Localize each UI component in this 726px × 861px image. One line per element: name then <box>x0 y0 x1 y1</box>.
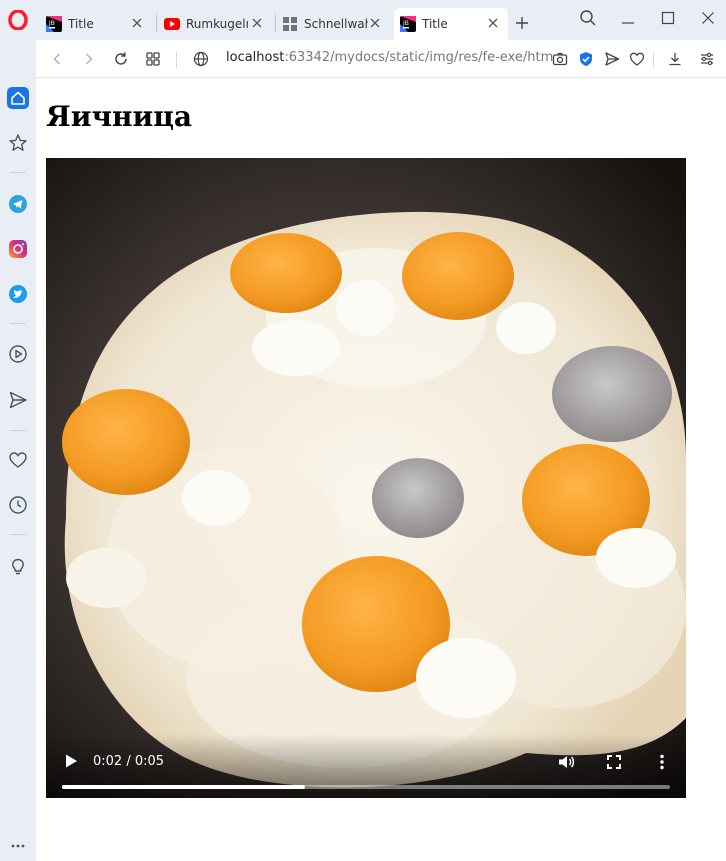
tab-schnellwahl[interactable]: Schnellwahl <box>278 8 390 40</box>
play-icon[interactable] <box>62 752 80 770</box>
sidebar-divider <box>10 172 26 173</box>
tab-label: Title <box>422 17 448 31</box>
close-tab-icon[interactable] <box>130 16 144 30</box>
more-icon[interactable] <box>6 834 30 858</box>
sidebar-divider <box>10 323 26 324</box>
tab-strip: JB Title Rumkugeln Schnellwahl JB Title <box>36 0 726 40</box>
tab-label: Schnellwahl <box>304 17 368 31</box>
twitter-icon[interactable] <box>6 282 30 306</box>
instagram-icon[interactable] <box>6 237 30 261</box>
video-progress-fill <box>62 785 306 789</box>
minimize-icon <box>622 22 634 24</box>
close-tab-icon[interactable] <box>486 16 500 30</box>
video-progress-bar[interactable] <box>62 785 670 789</box>
tab-rumkugeln[interactable]: Rumkugeln <box>160 8 272 40</box>
settings-sliders-icon <box>701 52 713 66</box>
tab-label: Rumkugeln <box>186 17 248 31</box>
maximize-button[interactable] <box>656 6 680 30</box>
reload-icon <box>115 52 127 65</box>
maximize-icon <box>661 11 675 25</box>
heart-icon <box>629 52 645 66</box>
jetbrains-icon: JB <box>400 16 416 32</box>
minimize-button[interactable] <box>616 6 640 30</box>
send-icon <box>605 52 620 66</box>
easy-setup-button[interactable] <box>696 48 718 70</box>
download-icon <box>669 53 681 66</box>
heart-icon[interactable] <box>6 448 30 472</box>
back-button[interactable] <box>46 48 68 70</box>
video-player[interactable]: 0:02 / 0:05 <box>46 158 686 798</box>
shield-check-icon <box>580 52 592 66</box>
plus-icon <box>516 17 528 29</box>
sidebar-divider <box>10 430 26 431</box>
opera-logo-icon[interactable] <box>6 8 30 32</box>
toolbar-divider <box>176 52 177 68</box>
sidebar <box>0 0 36 861</box>
star-icon[interactable] <box>6 131 30 155</box>
history-clock-icon[interactable] <box>6 493 30 517</box>
video-time: 0:02 / 0:05 <box>93 754 165 769</box>
toolbar-divider <box>653 52 654 68</box>
tab-title-1[interactable]: JB Title <box>42 8 152 40</box>
tabs-overview-button[interactable] <box>142 48 164 70</box>
tab-title-active[interactable]: JB Title <box>394 8 508 40</box>
page-content: Яичница 0:02 / 0:05 <box>36 78 726 861</box>
home-icon[interactable] <box>6 86 30 110</box>
site-info-button[interactable] <box>190 48 212 70</box>
url-host: localhost <box>226 50 285 65</box>
arrow-right-icon <box>85 53 93 65</box>
send-icon[interactable] <box>6 388 30 412</box>
close-icon <box>702 12 714 24</box>
sidebar-divider <box>10 534 26 535</box>
page-heading: Яичница <box>46 100 193 133</box>
new-tab-button[interactable] <box>510 11 534 35</box>
tab-divider <box>156 14 157 32</box>
more-options-icon[interactable] <box>652 752 672 772</box>
globe-icon <box>193 51 209 67</box>
forward-button[interactable] <box>78 48 100 70</box>
close-tab-icon[interactable] <box>368 16 382 30</box>
close-tab-icon[interactable] <box>250 16 264 30</box>
camera-icon <box>552 52 568 66</box>
youtube-icon <box>164 18 180 30</box>
lightbulb-icon[interactable] <box>6 555 30 579</box>
video-controls: 0:02 / 0:05 <box>46 734 686 798</box>
telegram-icon[interactable] <box>6 192 30 216</box>
reload-button[interactable] <box>110 48 132 70</box>
address-bar[interactable]: localhost:63342/mydocs/static/img/res/fe… <box>226 50 553 65</box>
send-to-button[interactable] <box>601 48 623 70</box>
arrow-left-icon <box>53 53 61 65</box>
bookmark-button[interactable] <box>626 48 648 70</box>
grid-icon <box>283 17 297 31</box>
search-icon <box>580 10 596 26</box>
svg-text:JB: JB <box>48 20 55 27</box>
grid-icon <box>146 52 160 66</box>
tab-divider <box>275 14 276 32</box>
snapshot-button[interactable] <box>549 48 571 70</box>
tab-label: Title <box>68 17 94 31</box>
downloads-button[interactable] <box>664 48 686 70</box>
jetbrains-icon: JB <box>46 16 62 32</box>
url-path: :63342/mydocs/static/img/res/fe-exe/htm <box>284 50 554 65</box>
address-toolbar: localhost:63342/mydocs/static/img/res/fe… <box>36 40 726 78</box>
svg-text:JB: JB <box>402 20 409 27</box>
video-frame <box>46 158 686 798</box>
fullscreen-icon[interactable] <box>604 752 624 772</box>
close-window-button[interactable] <box>696 6 720 30</box>
adblock-button[interactable] <box>575 48 597 70</box>
volume-icon[interactable] <box>556 752 576 772</box>
player-icon[interactable] <box>6 342 30 366</box>
search-tabs-button[interactable] <box>576 6 600 30</box>
